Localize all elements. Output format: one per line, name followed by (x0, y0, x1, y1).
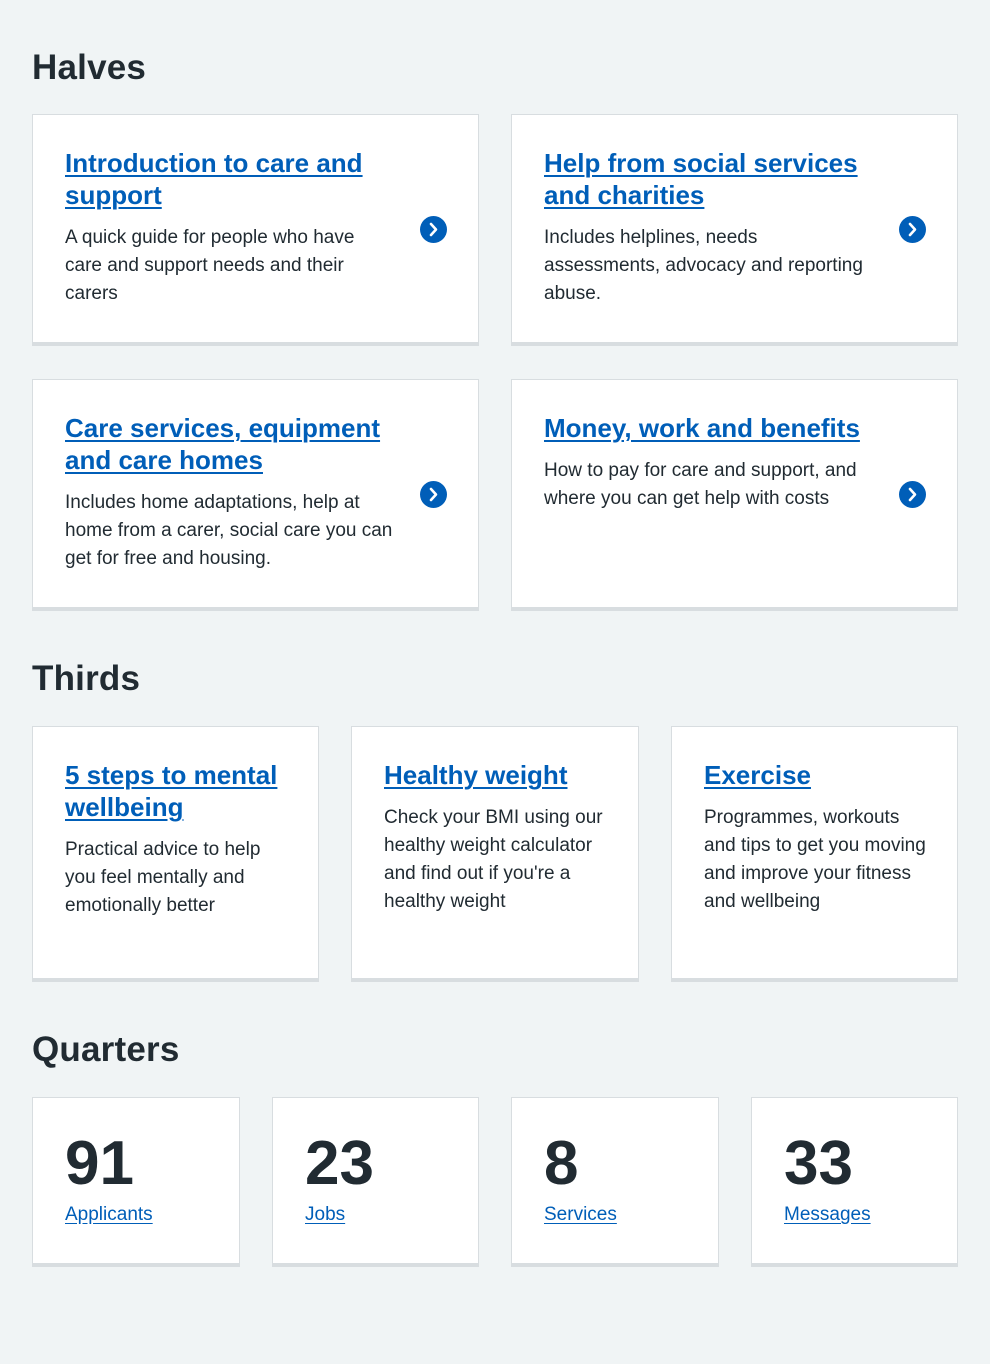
chevron-right-icon[interactable] (420, 481, 447, 508)
card-title-link[interactable]: Healthy weight (384, 759, 609, 791)
card-title-link[interactable]: 5 steps to mental wellbeing (65, 759, 290, 823)
card-mental-wellbeing[interactable]: 5 steps to mental wellbeing Practical ad… (32, 726, 319, 982)
stat-card-messages: 33 Messages (751, 1097, 958, 1267)
card-money-work[interactable]: Money, work and benefits How to pay for … (511, 379, 958, 611)
card-title-link[interactable]: Care services, equipment and care homes (65, 412, 395, 476)
card-care-services[interactable]: Care services, equipment and care homes … (32, 379, 479, 611)
stat-link-applicants[interactable]: Applicants (65, 1204, 153, 1226)
chevron-right-icon[interactable] (420, 216, 447, 243)
stat-link-messages[interactable]: Messages (784, 1204, 871, 1226)
page: Halves Introduction to care and support … (0, 0, 990, 1364)
section-heading-thirds: Thirds (32, 659, 141, 698)
chevron-right-icon[interactable] (899, 481, 926, 508)
card-title-link[interactable]: Introduction to care and support (65, 147, 395, 211)
stat-number: 91 (65, 1129, 134, 1198)
card-healthy-weight[interactable]: Healthy weight Check your BMI using our … (351, 726, 639, 982)
stat-number: 33 (784, 1129, 853, 1198)
card-description: Check your BMI using our healthy weight … (384, 807, 603, 912)
card-exercise[interactable]: Exercise Programmes, workouts and tips t… (671, 726, 958, 982)
card-title-link[interactable]: Money, work and benefits (544, 412, 874, 444)
stat-card-jobs: 23 Jobs (272, 1097, 479, 1267)
stat-number: 8 (544, 1129, 579, 1198)
card-intro-care[interactable]: Introduction to care and support A quick… (32, 114, 479, 346)
card-social-services[interactable]: Help from social services and charities … (511, 114, 958, 346)
card-description: Includes helplines, needs assessments, a… (544, 227, 863, 304)
card-description: Includes home adaptations, help at home … (65, 492, 393, 569)
card-description: How to pay for care and support, and whe… (544, 460, 857, 509)
card-description: Programmes, workouts and tips to get you… (704, 807, 926, 912)
section-heading-quarters: Quarters (32, 1030, 180, 1069)
stat-card-services: 8 Services (511, 1097, 719, 1267)
stat-card-applicants: 91 Applicants (32, 1097, 240, 1267)
section-heading-halves: Halves (32, 48, 147, 87)
stat-number: 23 (305, 1129, 374, 1198)
card-description: Practical advice to help you feel mental… (65, 839, 261, 916)
card-description: A quick guide for people who have care a… (65, 227, 355, 304)
stat-link-jobs[interactable]: Jobs (305, 1204, 345, 1226)
stat-link-services[interactable]: Services (544, 1204, 617, 1226)
card-title-link[interactable]: Exercise (704, 759, 929, 791)
chevron-right-icon[interactable] (899, 216, 926, 243)
card-title-link[interactable]: Help from social services and charities (544, 147, 874, 211)
